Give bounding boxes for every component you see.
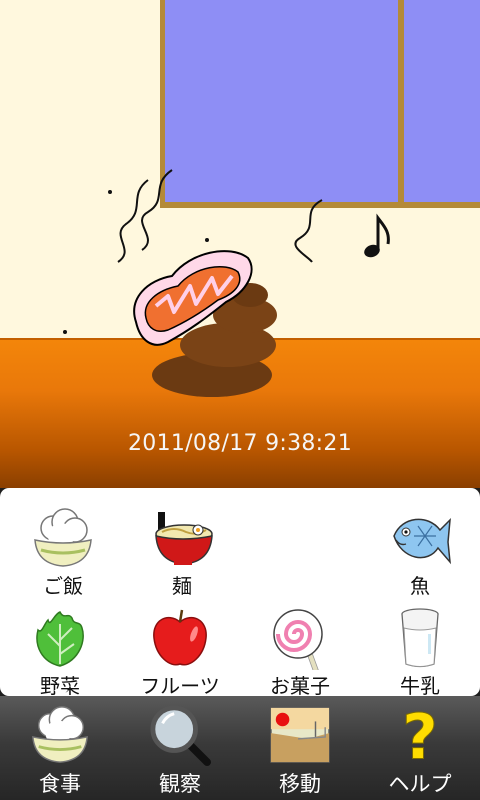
food-item-vegetables[interactable]: 野菜 — [0, 596, 120, 698]
nav-label: ヘルプ — [388, 772, 452, 796]
timestamp: 2011/08/17 9:38:21 — [127, 431, 352, 456]
food-item-fruit[interactable]: フルーツ — [120, 596, 240, 698]
smell-lines-icon — [117, 169, 323, 263]
fish-icon — [393, 518, 451, 565]
food-item-rice[interactable]: ご飯 — [3, 496, 123, 598]
food-label: 牛乳 — [400, 674, 440, 698]
pet-room-scene: 2011/08/17 9:38:21 — [0, 0, 480, 488]
food-item-milk[interactable]: 牛乳 — [360, 596, 480, 698]
apple-icon — [153, 609, 207, 666]
nav-label: 移動 — [279, 772, 321, 796]
food-label: 魚 — [410, 574, 430, 598]
nav-tab-meal[interactable]: 食事 — [0, 696, 120, 800]
food-label: 麺 — [172, 574, 192, 598]
nav-tab-observe[interactable]: 観察 — [120, 696, 240, 800]
landscape-icon — [270, 707, 330, 763]
pet-illustration — [63, 169, 390, 397]
food-label: お菓子 — [270, 674, 330, 698]
nav-label: 観察 — [159, 772, 201, 796]
food-label: ご飯 — [43, 574, 83, 598]
noodle-bowl-icon — [155, 512, 213, 565]
nav-label: 食事 — [39, 772, 81, 796]
nav-tab-move[interactable]: 移動 — [240, 696, 360, 800]
svg-text:?: ? — [402, 704, 438, 766]
lollipop-icon — [273, 609, 323, 670]
food-item-sweets[interactable]: お菓子 — [240, 596, 360, 698]
lettuce-icon — [36, 611, 84, 667]
music-note-icon — [364, 213, 390, 258]
question-mark-icon: ? — [402, 704, 439, 766]
magnifier-icon — [150, 705, 211, 766]
rice-bowl-icon — [32, 706, 88, 763]
food-item-fish[interactable]: 魚 — [360, 496, 480, 598]
bottom-nav: 食事 観察 移動 ? ヘルプ — [0, 696, 480, 800]
food-label: フルーツ — [140, 674, 220, 698]
rice-bowl-icon — [34, 508, 92, 567]
nav-tab-help[interactable]: ? ヘルプ — [360, 696, 480, 800]
food-menu: ご飯 麺 魚 野菜 フルーツ お菓子 牛乳 — [0, 488, 480, 698]
milk-glass-icon — [401, 608, 439, 668]
food-item-noodles[interactable]: 麺 — [122, 496, 242, 598]
